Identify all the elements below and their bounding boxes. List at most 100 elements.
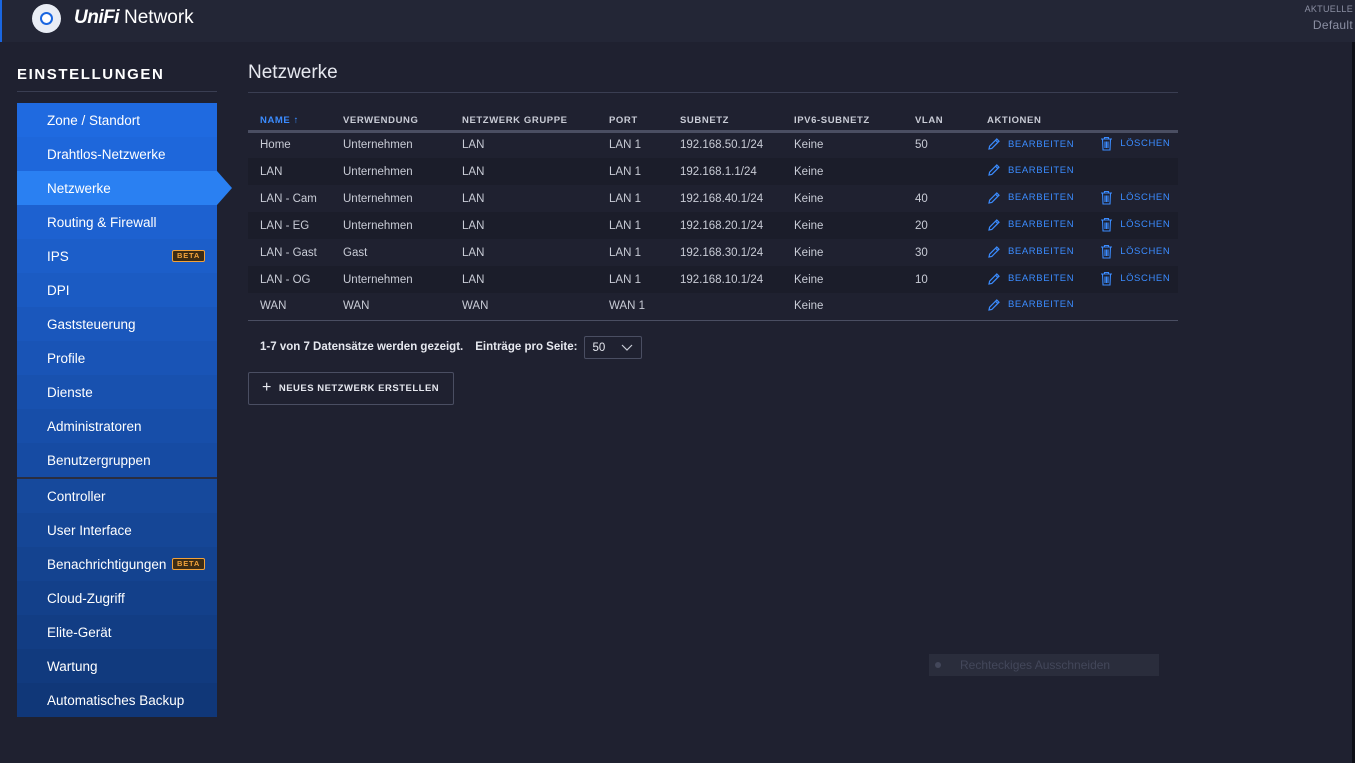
trash-icon [1101,137,1113,151]
sidebar-item-label: Automatisches Backup [47,692,185,708]
edit-label: BEARBEITEN [1008,246,1075,257]
sidebar-item-gaststeuerung[interactable]: Gaststeuerung [17,307,217,341]
cell-ipv6: Keine [794,185,915,212]
edit-button[interactable]: BEARBEITEN [987,137,1074,151]
cell-actions: BEARBEITEN LÖSCHEN [987,266,1178,293]
brand-rest: Network [124,7,194,28]
sidebar-item-dpi[interactable]: DPI [17,273,217,307]
table-row: LAN - OG Unternehmen LAN LAN 1 192.168.10.1/… [248,266,1178,293]
cell-name: WAN [248,293,343,321]
per-page-value: 50 [592,341,606,354]
unifi-logo-icon[interactable] [32,4,61,33]
sidebar-item-label: Elite-Gerät [47,624,112,640]
sidebar-divider [17,91,217,92]
table-row: LAN - EG Unternehmen LAN LAN 1 192.168.20.1/… [248,212,1178,239]
column-header-vlan[interactable]: VLAN [915,111,987,133]
edit-button[interactable]: BEARBEITEN [987,272,1074,286]
cell-actions: BEARBEITEN LÖSCHEN [987,239,1178,266]
sidebar-item-label: Dienste [47,384,93,400]
cell-name: LAN - Gast [248,239,343,266]
edit-button[interactable]: BEARBEITEN [987,298,1074,312]
cell-port: WAN 1 [609,293,680,321]
pencil-icon [988,298,1000,311]
edit-button[interactable]: BEARBEITEN [987,191,1074,205]
cell-ipv6: Keine [794,239,915,266]
sidebar-item-netzwerke[interactable]: Netzwerke [17,171,232,205]
column-header-subnet[interactable]: SUBNETZ [680,111,794,133]
trash-icon [1101,271,1113,286]
sidebar-item-routing-firewall[interactable]: Routing & Firewall [17,205,217,239]
pagination-summary: 1-7 von 7 Datensätze werden gezeigt. [260,340,464,353]
delete-button[interactable]: LÖSCHEN [1100,217,1170,232]
sidebar-item-label: Drahtlos-Netzwerke [47,146,166,162]
column-header-port[interactable]: PORT [609,111,680,133]
current-site-selector[interactable]: Default [1313,18,1353,32]
cell-ipv6: Keine [794,131,915,158]
column-header-ipv6-subnet[interactable]: IPV6-SUBNETZ [794,111,915,133]
cell-name: LAN [248,158,343,185]
cell-vlan: 50 [915,131,987,158]
cell-name: LAN - Cam [248,185,343,212]
delete-button[interactable]: LÖSCHEN [1100,190,1170,205]
title-divider [248,92,1178,93]
cell-group: WAN [462,293,609,321]
edit-label: BEARBEITEN [1008,273,1075,284]
sidebar-item-benutzergruppen[interactable]: Benutzergruppen [17,443,217,477]
column-header-network-group[interactable]: NETZWERK GRUPPE [462,111,609,133]
sidebar-item-dienste[interactable]: Dienste [17,375,217,409]
cell-group: LAN [462,185,609,212]
cell-ipv6: Keine [794,158,915,185]
chevron-down-icon [622,344,633,351]
trash-icon [1101,190,1113,205]
per-page-select[interactable]: 50 [584,336,643,359]
cell-vlan [915,293,987,321]
sidebar-item-automatisches-backup[interactable]: Automatisches Backup [17,683,217,717]
cell-usage: Gast [343,239,462,266]
column-header-usage[interactable]: VERWENDUNG [343,111,462,133]
cell-subnet: 192.168.10.1/24 [680,266,794,293]
page-title: Netzwerke [248,62,338,83]
per-page-label: Einträge pro Seite: [475,340,578,353]
cell-group: LAN [462,158,609,185]
sidebar-item-label: Zone / Standort [47,112,141,128]
sidebar-item-ips[interactable]: IPS BETA [17,239,217,273]
cell-group: LAN [462,212,609,239]
delete-button[interactable]: LÖSCHEN [1100,244,1170,259]
sidebar-item-cloud-zugriff[interactable]: Cloud-Zugriff [17,581,217,615]
sidebar-item-zone-standort[interactable]: Zone / Standort [17,103,217,137]
sidebar-item-drahtlos-netzwerke[interactable]: Drahtlos-Netzwerke [17,137,217,171]
trash-icon [1101,244,1113,259]
sidebar-item-benachrichtigungen[interactable]: Benachrichtigungen BETA [17,547,217,581]
create-network-button[interactable]: + NEUES NETZWERK ERSTELLEN [248,372,454,405]
sidebar-item-label: IPS [47,248,69,264]
delete-label: LÖSCHEN [1120,245,1171,257]
sidebar-item-administratoren[interactable]: Administratoren [17,409,217,443]
cell-port: LAN 1 [609,266,680,293]
edit-button[interactable]: BEARBEITEN [987,245,1074,259]
edit-label: BEARBEITEN [1008,192,1075,203]
sidebar-item-elite-gerät[interactable]: Elite-Gerät [17,615,217,649]
delete-button[interactable]: LÖSCHEN [1100,136,1170,151]
delete-button[interactable]: LÖSCHEN [1100,271,1170,286]
pencil-icon [988,191,1000,204]
sidebar-item-user-interface[interactable]: User Interface [17,513,217,547]
app-brand[interactable]: UniFi Network [74,7,194,29]
settings-menu: Zone / Standort Drahtlos-Netzwerke Netzwer… [17,103,232,717]
plus-icon: + [262,378,272,396]
sidebar-item-label: Netzwerke [47,180,111,196]
cell-group: LAN [462,266,609,293]
edit-button[interactable]: BEARBEITEN [987,218,1074,232]
cell-usage: Unternehmen [343,266,462,293]
cell-name: LAN - EG [248,212,343,239]
table-row: LAN Unternehmen LAN LAN 1 192.168.1.1/24 Kein… [248,158,1178,185]
networks-table: NAME ↑ VERWENDUNG NETZWERK GRUPPE PORT S… [248,111,1178,321]
sidebar-item-wartung[interactable]: Wartung [17,649,217,683]
overlay-text: Rechteckiges Ausschneiden [960,658,1111,672]
sidebar-item-profile[interactable]: Profile [17,341,217,375]
edit-label: BEARBEITEN [1008,219,1075,230]
cell-ipv6: Keine [794,212,915,239]
sidebar-item-controller[interactable]: Controller [17,479,217,513]
column-header-name[interactable]: NAME ↑ [248,111,343,133]
cell-subnet: 192.168.40.1/24 [680,185,794,212]
edit-button[interactable]: BEARBEITEN [987,163,1074,177]
